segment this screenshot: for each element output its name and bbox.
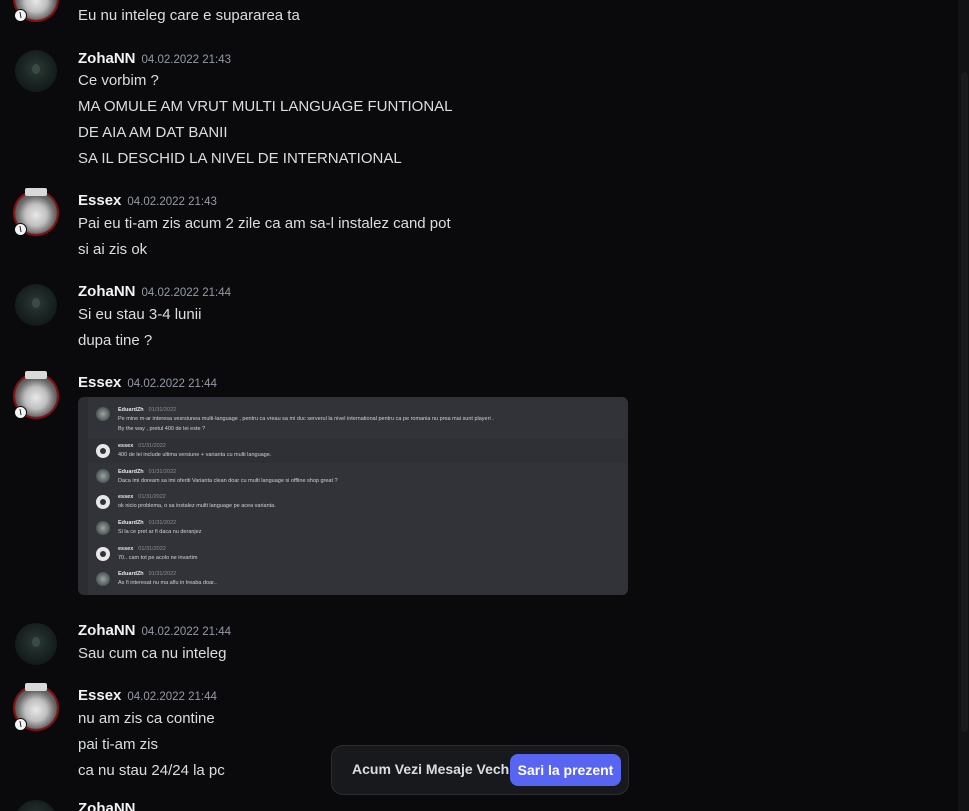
timestamp: 04.02.2022 21:44 — [127, 378, 217, 390]
message-line: pai ti-am zis — [78, 736, 159, 753]
jump-to-present-bar: Acum Vezi Mesaje Vechi Sari la prezent — [331, 745, 629, 795]
avatar-zohann[interactable] — [15, 50, 57, 92]
username[interactable]: ZohaNN — [78, 800, 136, 811]
message-line: MA OMULE AM VRUT MULTI LANGUAGE FUNTIONA… — [78, 98, 453, 115]
attachment-avatar — [96, 547, 110, 561]
timestamp: 04.02.2022 21:44 — [127, 691, 217, 703]
avatar-essex[interactable]: \ — [14, 683, 57, 731]
highlighted-row — [88, 439, 628, 463]
message-header: Essex 04.02.2022 21:43 — [78, 192, 217, 212]
attachment-text: 70.. cam tot pe acolo ne invartim — [118, 555, 198, 561]
attachment-text: By the way , pretul 400 de lei este ? — [118, 426, 206, 432]
attachment-username: essex 01/31/2022 — [118, 443, 166, 449]
message-header: Essex 04.02.2022 21:44 — [78, 374, 217, 394]
image-attachment[interactable]: EduardZh 01/31/2022 Pe mine m-ar interesa… — [78, 397, 628, 595]
message-line: SA IL DESCHID LA NIVEL DE INTERNATIONAL — [78, 150, 402, 167]
attachment-avatar — [96, 444, 110, 458]
attachment-avatar — [96, 495, 110, 509]
timestamp: 04.02.2022 21:43 — [141, 54, 232, 66]
timestamp: 04.02.2022 21:44 — [141, 287, 232, 299]
avatar-essex[interactable]: \ — [14, 371, 57, 419]
message-line: Eu nu inteleg care e supararea ta — [78, 7, 300, 24]
badge-icon: \ — [14, 406, 27, 419]
attachment-avatar — [96, 407, 110, 421]
message-header: ZohaNN 04.02.2022 21:43 — [78, 50, 231, 70]
username[interactable]: ZohaNN — [78, 622, 136, 639]
attachment-edge — [78, 397, 88, 595]
attachment-text: Pe mine m-ar interesa vesrsiunea multi-l… — [118, 416, 494, 422]
chat-message-list[interactable]: \ Eu nu inteleg care e supararea ta Zoha… — [0, 0, 958, 811]
message-line: si ai zis ok — [78, 241, 148, 258]
avatar-zohann[interactable] — [15, 623, 57, 665]
message-line: Si eu stau 3-4 lunii — [78, 306, 202, 323]
username[interactable]: Essex — [78, 374, 121, 391]
timestamp: 04.02.2022 21:43 — [127, 196, 217, 208]
message-header: ZohaNN 04.02.2022 21:44 — [78, 283, 231, 303]
message-line: nu am zis ca contine — [78, 710, 215, 727]
avatar-zohann[interactable] — [15, 800, 57, 811]
jump-to-present-button[interactable]: Sari la prezent — [510, 754, 621, 786]
message-line: Sau cum ca nu inteleg — [78, 645, 227, 662]
username[interactable]: ZohaNN — [78, 50, 136, 67]
badge-icon: \ — [14, 9, 27, 22]
attachment-username: essex 01/31/2022 — [118, 494, 166, 500]
scrollbar[interactable] — [958, 0, 969, 811]
badge-icon: \ — [14, 718, 27, 731]
attachment-text: ok nicio problema, o sa instalez multi l… — [118, 503, 276, 509]
attachment-username: essex 01/31/2022 — [118, 546, 166, 552]
badge-icon: \ — [14, 223, 27, 236]
attachment-username: EduardZh 01/31/2022 — [118, 407, 177, 413]
attachment-avatar — [96, 521, 110, 535]
avatar-zohann[interactable] — [15, 284, 57, 326]
message-header: ZohaNN — [78, 800, 136, 811]
username[interactable]: ZohaNN — [78, 283, 136, 300]
attachment-text: Si la ce pret ar fi daca nu deranjez — [118, 529, 202, 535]
timestamp: 04.02.2022 21:44 — [141, 626, 232, 638]
username[interactable]: Essex — [78, 687, 121, 704]
scrollbar-thumb[interactable] — [961, 72, 968, 732]
attachment-avatar — [96, 572, 110, 586]
message-line: DE AIA AM DAT BANII — [78, 124, 228, 141]
attachment-text: As fi interesat nu ma aflu in treaba doa… — [118, 580, 217, 586]
message-line: Ce vorbim ? — [78, 72, 159, 89]
attachment-username: EduardZh 01/31/2022 — [118, 571, 177, 577]
message-line: Pai eu ti-am zis acum 2 zile ca am sa-l … — [78, 215, 451, 232]
message-header: Essex 04.02.2022 21:44 — [78, 687, 217, 707]
username[interactable]: Essex — [78, 192, 121, 209]
message-line: ca nu stau 24/24 la pc — [78, 762, 225, 779]
attachment-avatar — [96, 469, 110, 483]
attachment-username: EduardZh 01/31/2022 — [118, 520, 177, 526]
avatar-essex[interactable]: \ — [14, 188, 57, 236]
message-line: dupa tine ? — [78, 332, 153, 349]
attachment-text: 400 de lei include ultima versiune + var… — [118, 452, 272, 458]
attachment-username: EduardZh 01/31/2022 — [118, 469, 177, 475]
message-header: ZohaNN 04.02.2022 21:44 — [78, 622, 231, 642]
viewing-older-messages-label: Acum Vezi Mesaje Vechi — [352, 761, 514, 777]
avatar-essex[interactable]: \ — [14, 0, 57, 22]
attachment-text: Daca imi doream sa imi oferiti Varianta … — [118, 478, 338, 484]
